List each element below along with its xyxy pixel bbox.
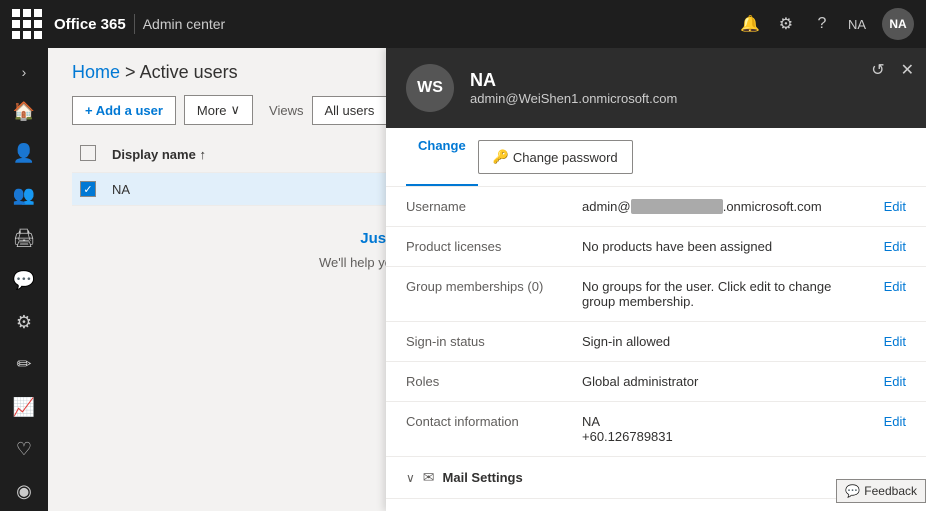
add-user-button[interactable]: + Add a user xyxy=(72,96,176,125)
panel-user-name: NA xyxy=(470,70,677,91)
group-memberships-label: Group memberships (0) xyxy=(406,279,566,294)
username-suffix: .onmicrosoft.com xyxy=(723,199,822,214)
panel-refresh-button[interactable]: ↺ xyxy=(871,60,884,80)
topbar-brand: Office 365 Admin center xyxy=(54,14,225,34)
signin-status-row: Sign-in status Sign-in allowed Edit xyxy=(386,322,926,362)
key-icon: 🔑 xyxy=(493,149,509,165)
group-memberships-row: Group memberships (0) No groups for the … xyxy=(386,267,926,322)
product-licenses-label: Product licenses xyxy=(406,239,566,254)
mail-settings-envelope-icon: ✉ xyxy=(423,469,435,486)
breadcrumb-current: Active users xyxy=(140,62,238,82)
change-password-label: Change password xyxy=(513,150,618,165)
sidebar-item-support[interactable]: 💬 xyxy=(4,261,44,299)
sidebar-item-admin[interactable]: ◉ xyxy=(4,473,44,511)
gear-icon[interactable]: ⚙ xyxy=(776,14,796,34)
topbar-divider xyxy=(134,14,135,34)
sidebar-toggle[interactable]: › xyxy=(14,56,35,88)
views-dropdown[interactable]: All users xyxy=(312,96,388,125)
topbar-na-label: NA xyxy=(848,17,866,32)
panel-tabs: Change 🔑 Change password xyxy=(386,128,926,187)
product-licenses-row: Product licenses No products have been a… xyxy=(386,227,926,267)
signin-status-value: Sign-in allowed xyxy=(582,334,868,349)
mail-settings-label: Mail Settings xyxy=(443,470,523,485)
sidebar-item-groups[interactable]: 👥 xyxy=(4,177,44,215)
views-label: Views xyxy=(269,103,303,118)
app-launcher-icon[interactable] xyxy=(12,9,42,39)
roles-edit-link[interactable]: Edit xyxy=(884,374,906,389)
roles-label: Roles xyxy=(406,374,566,389)
change-password-button[interactable]: 🔑 Change password xyxy=(478,140,633,174)
tab-change[interactable]: Change xyxy=(406,128,478,186)
select-all-checkbox[interactable] xyxy=(80,145,96,161)
contact-phone: +60.126789831 xyxy=(582,429,868,444)
panel-user-email: admin@WeiShen1.onmicrosoft.com xyxy=(470,91,677,106)
sidebar: › 🏠 👤 👥 🖨 💬 ⚙ ✏ 📈 ♡ ◉ xyxy=(0,48,48,511)
row-checkbox-cell[interactable]: ✓ xyxy=(72,173,104,206)
help-icon[interactable]: ? xyxy=(812,15,832,33)
contact-info-row: Contact information NA +60.126789831 Edi… xyxy=(386,402,926,457)
signin-status-edit-link[interactable]: Edit xyxy=(884,334,906,349)
sidebar-item-users[interactable]: 👤 xyxy=(4,134,44,172)
detail-panel: WS NA admin@WeiShen1.onmicrosoft.com ↺ ✕… xyxy=(386,48,926,511)
username-value: admin@██████████.onmicrosoft.com xyxy=(582,199,868,214)
sidebar-item-home[interactable]: 🏠 xyxy=(4,92,44,130)
panel-header: WS NA admin@WeiShen1.onmicrosoft.com ↺ ✕ xyxy=(386,48,926,128)
mail-settings-chevron-icon: ∨ xyxy=(406,471,415,485)
contact-info-label: Contact information xyxy=(406,414,566,429)
feedback-icon: 💬 xyxy=(845,484,860,498)
panel-close-button[interactable]: ✕ xyxy=(901,60,914,80)
sidebar-item-health[interactable]: 📈 xyxy=(4,388,44,426)
contact-info-edit-link[interactable]: Edit xyxy=(884,414,906,429)
username-edit-link[interactable]: Edit xyxy=(884,199,906,214)
group-memberships-edit-link[interactable]: Edit xyxy=(884,279,906,294)
breadcrumb-separator: > xyxy=(125,62,140,82)
user-avatar[interactable]: NA xyxy=(882,8,914,40)
group-memberships-value: No groups for the user. Click edit to ch… xyxy=(582,279,868,309)
more-button[interactable]: More ∨ xyxy=(184,95,253,125)
username-prefix: admin@ xyxy=(582,199,631,214)
panel-avatar: WS xyxy=(406,64,454,112)
sidebar-item-billing[interactable]: 🖨 xyxy=(4,219,44,257)
content-area: Home > Active users + Add a user More ∨ … xyxy=(48,48,926,511)
admin-center-label: Admin center xyxy=(143,16,225,32)
panel-user-info: NA admin@WeiShen1.onmicrosoft.com xyxy=(470,70,677,106)
panel-close-area: ↺ ✕ xyxy=(871,60,914,80)
feedback-label: Feedback xyxy=(864,484,917,498)
product-licenses-edit-link[interactable]: Edit xyxy=(884,239,906,254)
office365-label: Office 365 xyxy=(54,16,126,33)
main-layout: › 🏠 👤 👥 🖨 💬 ⚙ ✏ 📈 ♡ ◉ Home > Active user… xyxy=(0,48,926,511)
topbar-icons: 🔔 ⚙ ? NA NA xyxy=(740,8,914,40)
feedback-button[interactable]: 💬 Feedback xyxy=(836,479,926,503)
sidebar-item-reports[interactable]: ✏ xyxy=(4,346,44,384)
row-checkbox[interactable]: ✓ xyxy=(80,181,96,197)
more-label: More xyxy=(197,103,227,118)
username-blurred: ██████████ xyxy=(631,199,723,214)
col-checkbox xyxy=(72,137,104,173)
sidebar-item-favorite[interactable]: ♡ xyxy=(4,430,44,468)
sort-asc-icon: ↑ xyxy=(199,147,206,162)
breadcrumb-home[interactable]: Home xyxy=(72,62,120,82)
roles-value: Global administrator xyxy=(582,374,868,389)
sidebar-item-settings[interactable]: ⚙ xyxy=(4,303,44,341)
contact-info-value: NA +60.126789831 xyxy=(582,414,868,444)
product-licenses-value: No products have been assigned xyxy=(582,239,868,254)
panel-body: Username admin@██████████.onmicrosoft.co… xyxy=(386,187,926,511)
username-label: Username xyxy=(406,199,566,214)
topbar: Office 365 Admin center 🔔 ⚙ ? NA NA xyxy=(0,0,926,48)
signin-status-label: Sign-in status xyxy=(406,334,566,349)
username-row: Username admin@██████████.onmicrosoft.co… xyxy=(386,187,926,227)
roles-row: Roles Global administrator Edit xyxy=(386,362,926,402)
contact-name: NA xyxy=(582,414,868,429)
bell-icon[interactable]: 🔔 xyxy=(740,14,760,34)
more-chevron-icon: ∨ xyxy=(231,102,241,118)
